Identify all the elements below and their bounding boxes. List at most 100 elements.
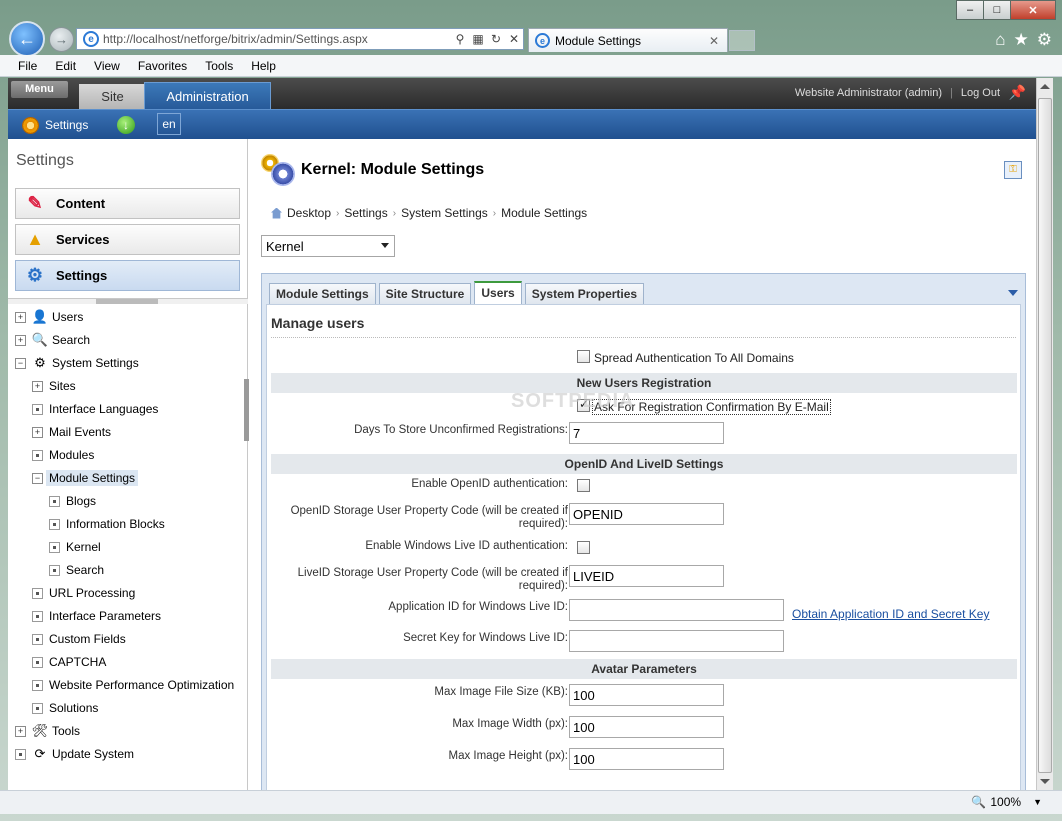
tree-leaf-icon[interactable] [32, 679, 43, 691]
tab-system-properties[interactable]: System Properties [524, 283, 645, 304]
home-icon[interactable]: ⌂ [995, 30, 1005, 50]
stop-icon[interactable]: ✕ [505, 32, 523, 46]
maximize-button[interactable]: □ [983, 0, 1011, 20]
max-size-input[interactable]: 100 [569, 684, 724, 706]
menu-edit[interactable]: Edit [45, 59, 84, 73]
spread-auth-checkbox[interactable] [577, 350, 590, 363]
menu-help[interactable]: Help [241, 59, 284, 73]
breadcrumb-desktop[interactable]: Desktop [287, 206, 331, 220]
sidebar-button-services[interactable]: ▲ Services [15, 224, 240, 255]
favorites-star-icon[interactable]: ★ [1014, 30, 1029, 50]
tree-leaf-icon[interactable] [49, 495, 60, 507]
tree-leaf-icon[interactable] [49, 541, 60, 553]
expand-icon[interactable]: + [15, 311, 26, 323]
close-tab-icon[interactable]: ✕ [709, 34, 727, 48]
tree-item[interactable]: Custom Fields [32, 629, 126, 649]
days-input[interactable]: 7 [569, 422, 724, 444]
breadcrumb-system-settings[interactable]: System Settings [401, 206, 488, 220]
tree-item[interactable]: CAPTCHA [32, 652, 106, 672]
obtain-app-id-link[interactable]: Obtain Application ID and Secret Key [792, 607, 989, 621]
tree-item[interactable]: Interface Parameters [32, 606, 161, 626]
tree-leaf-icon[interactable] [32, 656, 43, 668]
browser-tab[interactable]: e Module Settings ✕ [528, 28, 728, 52]
update-button[interactable]: ↓ [117, 115, 135, 135]
tree-item[interactable]: − Module Settings [32, 468, 139, 488]
forward-button[interactable]: → [49, 27, 74, 52]
tree-item[interactable]: Website Performance Optimization [32, 675, 234, 695]
settings-button[interactable]: Settings [22, 115, 88, 135]
collapse-icon[interactable]: − [32, 472, 43, 484]
panel-menu-button[interactable]: Menu [11, 81, 68, 98]
tab-site[interactable]: Site [79, 84, 146, 109]
sidebar-splitter[interactable] [8, 298, 248, 304]
help-icon[interactable]: ⚿ [1004, 161, 1022, 179]
scroll-up-icon[interactable] [1040, 84, 1050, 89]
expand-icon[interactable]: + [32, 426, 43, 438]
tree-item[interactable]: + Mail Events [32, 422, 111, 442]
tree-leaf-icon[interactable] [32, 702, 43, 714]
expand-icon[interactable]: + [15, 334, 26, 346]
refresh-icon[interactable]: ↻ [487, 32, 505, 46]
tree-leaf-icon[interactable] [49, 564, 60, 576]
tab-administration[interactable]: Administration [144, 82, 271, 109]
tree-item[interactable]: Blogs [49, 491, 96, 511]
page-scrollbar[interactable] [1036, 78, 1053, 790]
close-window-button[interactable]: ✕ [1010, 0, 1056, 20]
tree-item[interactable]: ⟳ Update System [15, 744, 134, 764]
breadcrumb-settings[interactable]: Settings [344, 206, 387, 220]
tree-leaf-icon[interactable] [32, 610, 43, 622]
tree-item[interactable]: URL Processing [32, 583, 135, 603]
expand-icon[interactable]: + [15, 725, 26, 737]
module-select[interactable]: Kernel [261, 235, 395, 257]
search-icon[interactable]: ⚲ [451, 32, 469, 46]
collapse-icon[interactable]: − [15, 357, 26, 369]
liveid-enable-checkbox[interactable] [577, 541, 590, 554]
address-url[interactable]: http://localhost/netforge/bitrix/admin/S… [103, 32, 451, 46]
scroll-thumb[interactable] [1038, 98, 1052, 773]
scroll-down-icon[interactable] [1040, 779, 1050, 784]
tree-leaf-icon[interactable] [32, 633, 43, 645]
tree-item[interactable]: + 👤 Users [15, 307, 83, 327]
max-width-input[interactable]: 100 [569, 716, 724, 738]
tree-item[interactable]: Solutions [32, 698, 98, 718]
tools-gear-icon[interactable]: ⚙ [1037, 30, 1052, 50]
tree-item[interactable]: Information Blocks [49, 514, 165, 534]
tree-leaf-icon[interactable] [32, 403, 43, 415]
sidebar-button-settings[interactable]: ⚙ Settings [15, 260, 240, 291]
tree-item[interactable]: + 🔍 Search [15, 330, 90, 350]
tree-leaf-icon[interactable] [49, 518, 60, 530]
openid-code-input[interactable]: OPENID [569, 503, 724, 525]
menu-tools[interactable]: Tools [195, 59, 241, 73]
tab-users[interactable]: Users [474, 281, 522, 304]
tree-leaf-icon[interactable] [15, 748, 26, 760]
logout-link[interactable]: Log Out [961, 87, 1000, 99]
app-id-input[interactable] [569, 599, 784, 621]
secret-key-input[interactable] [569, 630, 784, 652]
tree-item[interactable]: Kernel [49, 537, 101, 557]
zoom-control[interactable]: 🔍 100% ▼ [971, 795, 1042, 809]
user-name[interactable]: Website Administrator (admin) [795, 87, 942, 99]
minimize-button[interactable]: – [956, 0, 984, 20]
openid-enable-checkbox[interactable] [577, 479, 590, 492]
tab-site-structure[interactable]: Site Structure [378, 283, 472, 304]
back-button[interactable]: ← [9, 21, 45, 57]
tree-item[interactable]: + 🛠 Tools [15, 721, 80, 741]
max-height-input[interactable]: 100 [569, 748, 724, 770]
compatibility-icon[interactable]: ▦ [469, 32, 487, 46]
sidebar-button-content[interactable]: ✎ Content [15, 188, 240, 219]
language-button[interactable]: en [157, 113, 181, 135]
menu-file[interactable]: File [8, 59, 45, 73]
tree-item[interactable]: Search [49, 560, 104, 580]
tree-leaf-icon[interactable] [32, 587, 43, 599]
tabs-dropdown-icon[interactable] [1008, 290, 1018, 296]
new-tab-button[interactable] [729, 30, 755, 51]
tree-item[interactable]: Interface Languages [32, 399, 158, 419]
liveid-code-input[interactable]: LIVEID [569, 565, 724, 587]
tab-module-settings[interactable]: Module Settings [269, 283, 376, 304]
menu-view[interactable]: View [84, 59, 128, 73]
tree-leaf-icon[interactable] [32, 449, 43, 461]
tree-item[interactable]: Modules [32, 445, 94, 465]
address-bar[interactable]: e http://localhost/netforge/bitrix/admin… [76, 28, 524, 50]
tree-item[interactable]: − ⚙ System Settings [15, 353, 139, 373]
menu-favorites[interactable]: Favorites [128, 59, 195, 73]
